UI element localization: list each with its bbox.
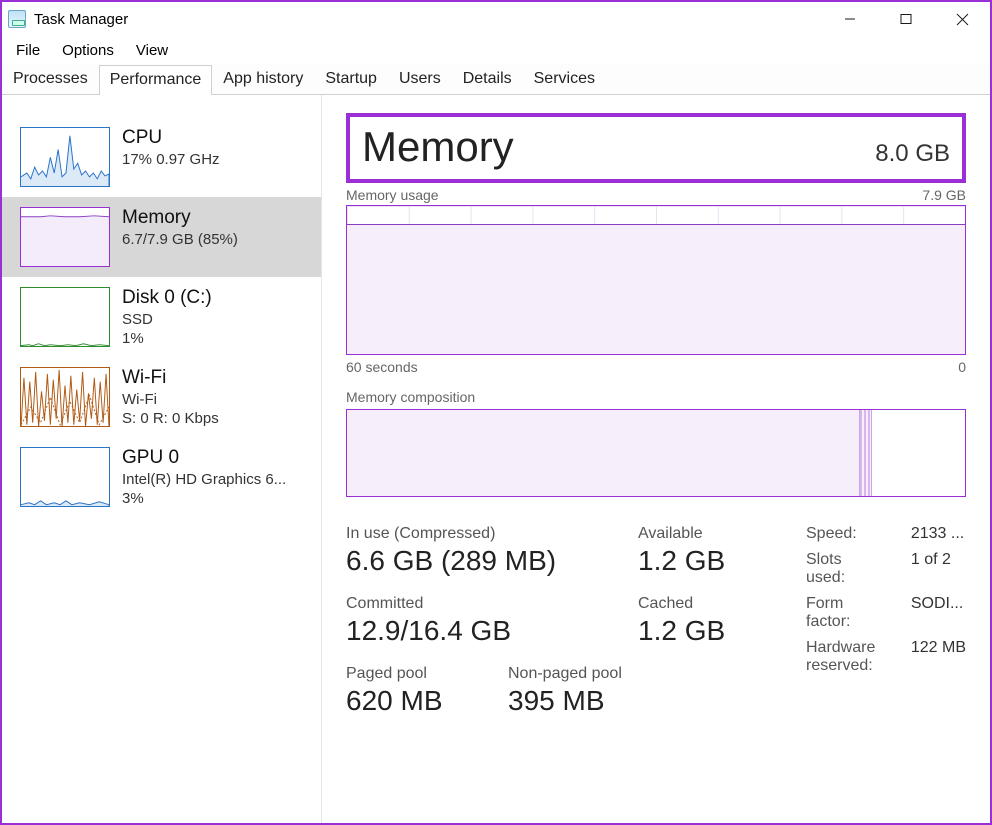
disk-sub2: 1% xyxy=(122,330,212,347)
gpu-mini-graph xyxy=(20,447,110,507)
wifi-mini-graph xyxy=(20,367,110,427)
memory-header: Memory 8.0 GB xyxy=(346,113,966,183)
memory-composition-bar xyxy=(346,409,966,497)
menubar: File Options View xyxy=(2,36,990,64)
tab-processes[interactable]: Processes xyxy=(2,64,99,94)
composition-modified xyxy=(860,410,872,496)
wifi-title: Wi-Fi xyxy=(122,367,219,389)
tab-app-history[interactable]: App history xyxy=(212,64,314,94)
usage-time-right: 0 xyxy=(958,359,966,375)
menu-file[interactable]: File xyxy=(6,39,50,62)
tabstrip: Processes Performance App history Startu… xyxy=(2,64,990,95)
sidebar-item-gpu[interactable]: GPU 0 Intel(R) HD Graphics 6... 3% xyxy=(2,437,321,517)
tab-details[interactable]: Details xyxy=(452,64,523,94)
sidebar-item-disk[interactable]: Disk 0 (C:) SSD 1% xyxy=(2,277,321,357)
sidebar-item-cpu[interactable]: CPU 17% 0.97 GHz xyxy=(2,117,321,197)
tab-performance[interactable]: Performance xyxy=(99,65,213,95)
usage-time-left: 60 seconds xyxy=(346,359,418,375)
cpu-mini-graph xyxy=(20,127,110,187)
stat-paged: Paged pool 620 MB xyxy=(346,665,476,717)
menu-options[interactable]: Options xyxy=(52,39,124,62)
cpu-title: CPU xyxy=(122,127,220,149)
usage-graph-right-label: 7.9 GB xyxy=(922,187,966,203)
composition-label: Memory composition xyxy=(346,389,966,405)
wifi-sub2: S: 0 R: 0 Kbps xyxy=(122,410,219,427)
gpu-sub2: 3% xyxy=(122,490,286,507)
tab-startup[interactable]: Startup xyxy=(314,64,388,94)
stat-available: Available 1.2 GB xyxy=(638,525,788,577)
hardware-info: Speed:2133 ... Slots used:1 of 2 Form fa… xyxy=(806,525,966,735)
usage-graph-left-label: Memory usage xyxy=(346,187,439,203)
stat-in-use: In use (Compressed) 6.6 GB (289 MB) xyxy=(346,525,606,577)
stat-cached: Cached 1.2 GB xyxy=(638,595,788,647)
composition-free xyxy=(872,410,965,496)
memory-sub: 6.7/7.9 GB (85%) xyxy=(122,231,238,248)
disk-title: Disk 0 (C:) xyxy=(122,287,212,309)
window-title: Task Manager xyxy=(34,11,128,28)
composition-in-use xyxy=(347,410,860,496)
stat-committed: Committed 12.9/16.4 GB xyxy=(346,595,606,647)
disk-sub1: SSD xyxy=(122,311,212,328)
gpu-sub1: Intel(R) HD Graphics 6... xyxy=(122,471,286,488)
sidebar-item-memory[interactable]: Memory 6.7/7.9 GB (85%) xyxy=(2,197,321,277)
cpu-sub: 17% 0.97 GHz xyxy=(122,151,220,168)
disk-mini-graph xyxy=(20,287,110,347)
gpu-title: GPU 0 xyxy=(122,447,286,469)
menu-view[interactable]: View xyxy=(126,39,178,62)
memory-usage-graph xyxy=(346,205,966,355)
wifi-sub1: Wi-Fi xyxy=(122,391,219,408)
stat-nonpaged: Non-paged pool 395 MB xyxy=(508,665,658,717)
body: CPU 17% 0.97 GHz Memory 6.7/7.9 GB (85%) xyxy=(2,95,990,823)
memory-title: Memory xyxy=(122,207,238,229)
memory-mini-graph xyxy=(20,207,110,267)
close-button[interactable] xyxy=(934,2,990,36)
stats-area: In use (Compressed) 6.6 GB (289 MB) Avai… xyxy=(346,525,966,735)
detail-pane: Memory 8.0 GB Memory usage 7.9 GB 60 sec… xyxy=(322,95,990,823)
tab-services[interactable]: Services xyxy=(523,64,606,94)
maximize-button[interactable] xyxy=(878,2,934,36)
task-manager-window: Task Manager File Options View Processes… xyxy=(0,0,992,825)
sidebar-item-wifi[interactable]: Wi-Fi Wi-Fi S: 0 R: 0 Kbps xyxy=(2,357,321,437)
minimize-button[interactable] xyxy=(822,2,878,36)
sidebar: CPU 17% 0.97 GHz Memory 6.7/7.9 GB (85%) xyxy=(2,95,322,823)
memory-total: 8.0 GB xyxy=(875,140,950,168)
memory-heading: Memory xyxy=(362,123,514,171)
titlebar[interactable]: Task Manager xyxy=(2,2,990,36)
app-icon xyxy=(8,10,26,28)
tab-users[interactable]: Users xyxy=(388,64,452,94)
